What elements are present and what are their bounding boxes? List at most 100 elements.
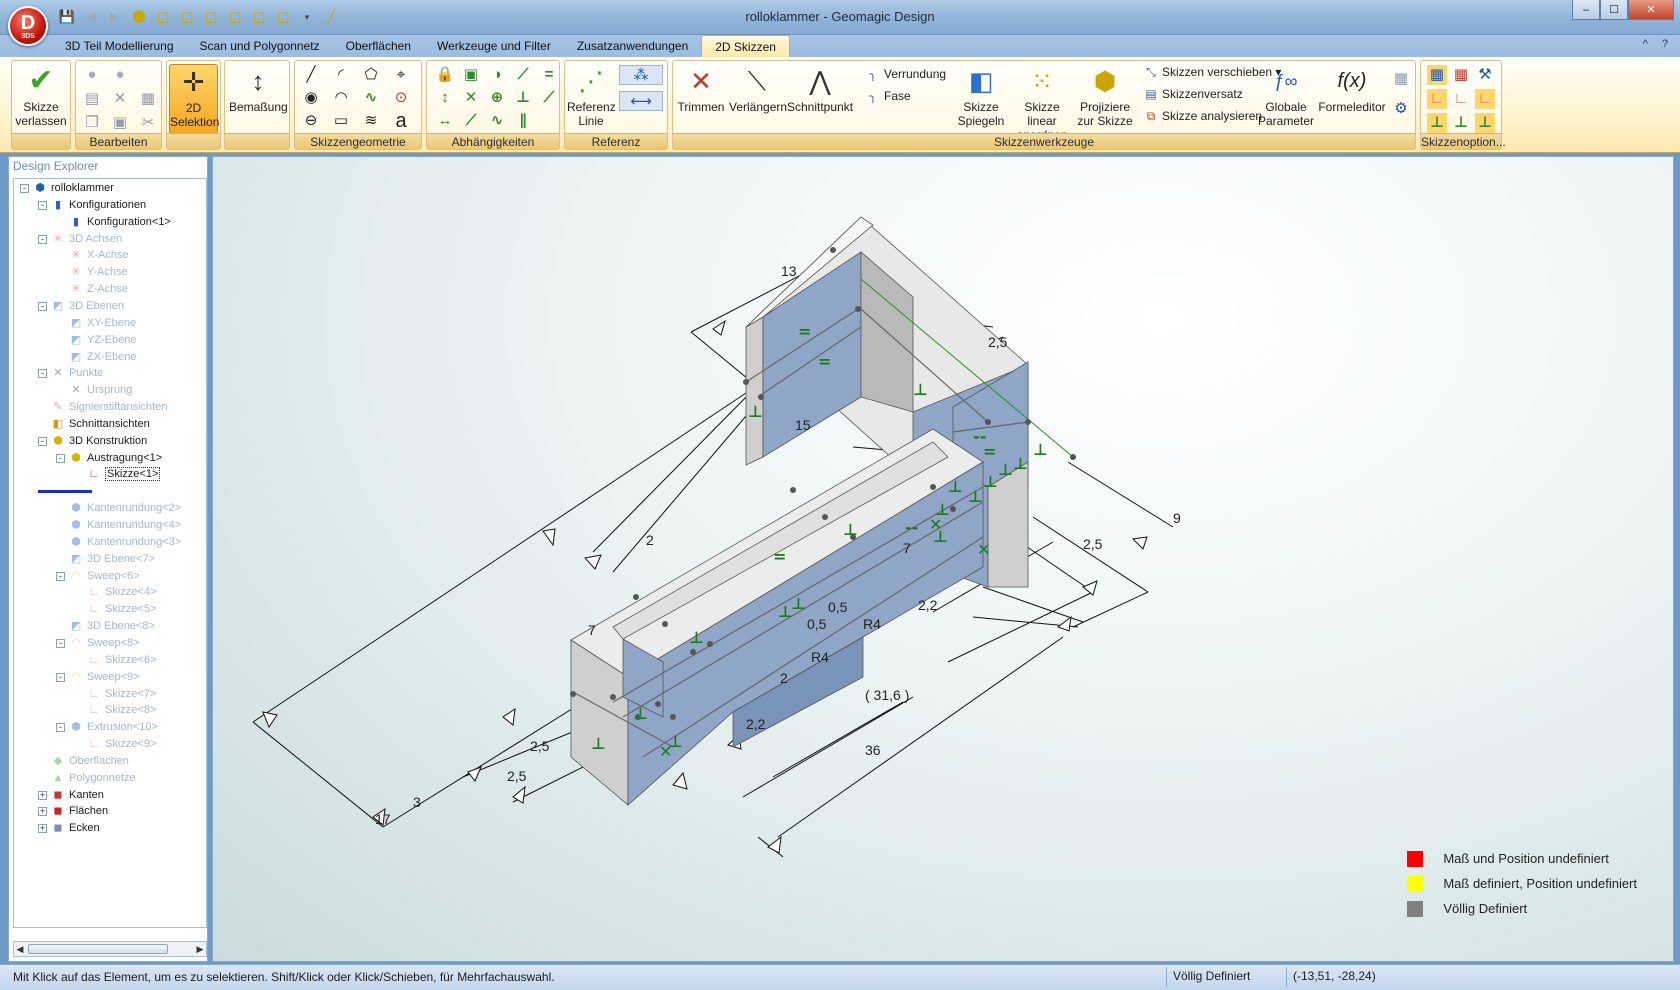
snap-icon[interactable]: ⚒ [1475,65,1495,85]
expand-toggle-icon[interactable]: - [38,436,47,446]
expand-toggle-icon[interactable]: - [56,672,65,682]
collinear-icon[interactable]: ⟋ [513,65,533,85]
show-constraints-icon[interactable]: ∟ [1427,89,1447,109]
paste-special-icon[interactable]: ▣ [110,113,130,133]
tree-node[interactable]: ∟ Skizze<6> [74,651,157,669]
fix-icon[interactable]: 🔒 [435,65,455,85]
fillet-button[interactable]: ╮ Verrundung [865,63,946,85]
tree-node[interactable]: - ⬢ Austragung<1> [56,449,162,467]
expand-toggle-icon[interactable]: + [38,790,47,800]
tree-node[interactable]: ⬢ Kantenrundung<2> [56,499,181,517]
scroll-left-icon[interactable]: ◀ [14,942,26,956]
tab-tools-filters[interactable]: Werkzeuge und Filter [424,35,564,57]
coincident-icon[interactable]: ▣ [461,65,481,85]
vertical-icon[interactable]: ↕ [435,88,455,108]
tree-node[interactable]: - ✳ 3D Achsen [38,230,122,248]
tab-3d-modeling[interactable]: 3D Teil Modellierung [52,35,187,57]
grid-icon[interactable]: ▦ [1427,65,1447,85]
expand-toggle-icon[interactable]: + [38,807,47,817]
analyze-sketch-button[interactable]: ⧉ Skizze analysieren [1143,105,1262,127]
tree-node[interactable]: ✳ Z-Achse [56,280,128,298]
tree-node[interactable]: + ◼ Kanten [38,786,104,804]
expand-toggle-icon[interactable]: - [56,571,65,581]
rollback-bar[interactable] [38,482,92,500]
midpoint-icon[interactable]: ⟋ [539,88,559,108]
tree-node[interactable]: ▮ Konfiguration<1> [56,213,171,231]
auto-dimension-icon[interactable]: ⊥ [1451,113,1471,133]
sketch-table-icon[interactable]: ▦ [1391,69,1411,89]
tree-node[interactable]: ∟ Skizze<9> [74,735,157,753]
collapse-ribbon-icon[interactable]: ^ [1643,38,1648,50]
global-parameters-button[interactable]: ƒ∞ Globale Parameter [1257,64,1315,128]
tab-add-ons[interactable]: Zusatzanwendungen [564,35,701,57]
auto-constraint-icon[interactable]: ⊥ [1427,113,1447,133]
project-to-sketch-button[interactable]: ⬢ Projiziere zur Skizze [1077,64,1133,128]
delete-icon[interactable]: ✕ [110,89,130,109]
tree-node[interactable]: - ✕ Punkte [38,364,103,382]
sketch-settings-icon[interactable]: ⚙ [1391,99,1411,119]
undo-icon[interactable]: ● [82,65,102,85]
tangent-icon[interactable]: ◑ [487,65,507,85]
tree-node[interactable]: ◩ ZX-Ebene [56,348,137,366]
2d-selection-button[interactable]: ✛ 2D Selektion [169,64,219,134]
perpendicular-icon[interactable]: ⊥ [513,88,533,108]
parallel-icon[interactable]: ∥ [513,111,533,131]
extend-button[interactable]: ⟍ Verlängern [729,64,787,114]
tree-node[interactable]: ∟ Skizze<1> [74,465,161,483]
expand-toggle-icon[interactable]: - [20,184,29,193]
tree-node[interactable]: ∟ Skizze<8> [74,701,157,719]
scroll-right-icon[interactable]: ▶ [194,942,206,956]
show-dimensions-icon[interactable]: ∟ [1451,89,1471,109]
intersect-icon[interactable]: ✕ [461,88,481,108]
trim-button[interactable]: ✕ Trimmen [675,64,727,114]
tree-node[interactable]: - ◠ Sweep<6> [56,567,140,585]
intersection-button[interactable]: ⋀ Schnittpunkt [787,64,853,114]
linear-pattern-button[interactable]: ⁙ Skizze linear anordnen [1009,64,1075,142]
tree-node[interactable]: ✎ Signierstiftansichten [38,398,167,416]
point-icon[interactable]: ⌖ [391,65,411,85]
tree-node[interactable]: - ⬢ rolloklammer [20,179,114,197]
show-status-icon[interactable]: ∟ [1475,89,1495,109]
tree-node[interactable]: ∟ Skizze<4> [74,583,157,601]
sketch-offset-button[interactable]: ▤ Skizzenversatz [1143,83,1242,105]
help-icon[interactable]: ? [1662,38,1668,50]
reference-line-button[interactable]: ⋰ Referenz Linie [567,64,616,128]
symmetric-icon[interactable]: ⟋ [461,111,481,131]
text-icon[interactable]: a [391,111,411,131]
chamfer-button[interactable]: ╮ Fase [865,85,910,107]
tree-node[interactable]: ◩ 3D Ebene<8> [56,617,155,635]
tree-node[interactable]: + ◼ Ecken [38,819,100,837]
line-icon[interactable]: ╱ [301,65,321,85]
expand-toggle-icon[interactable]: - [38,369,47,379]
tree-node[interactable]: - ⬢ Extrusion<10> [56,718,158,736]
3d-viewport[interactable]: = = ⊥ ⊥ -- = ⊥ ⊥ ⊥ ⊥ ⊥ ⊥ -- ⊥ ⊥ ⊥ = ⊥ ⊥ ⊥ ⊥ ⊥ ⊥ ✕ ✕ ✕ 13 … [212,156,1674,962]
tree-node[interactable]: ◩ XY-Ebene [56,314,136,332]
arc-icon[interactable]: ◜ [331,65,351,85]
tab-scan-mesh[interactable]: Scan und Polygonnetz [187,35,333,57]
infer-icon[interactable]: ⊥ [1475,113,1495,133]
snap-grid-icon[interactable]: ▦ [1451,65,1471,85]
tree-node[interactable]: ◩ 3D Ebene<7> [56,550,155,568]
minimize-button[interactable]: – [1572,0,1600,20]
ellipse-icon[interactable]: ⊖ [301,111,321,131]
tree-node[interactable]: ∟ Skizze<7> [74,685,157,703]
tree-node[interactable]: ∟ Skizze<5> [74,600,157,618]
tree-node[interactable]: ◩ YZ-Ebene [56,331,137,349]
tree-node[interactable]: - ◠ Sweep<9> [56,668,140,686]
tree-node[interactable]: ⬢ Kantenrundung<4> [56,516,181,534]
expand-toggle-icon[interactable]: - [38,234,47,244]
copy-icon[interactable]: ❐ [82,113,102,133]
rollback-bar-icon[interactable] [38,489,92,493]
rectangle-icon[interactable]: ▭ [331,111,351,131]
clipboard-icon[interactable]: ▤ [82,89,102,109]
smooth-icon[interactable]: ∿ [487,111,507,131]
mirror-sketch-button[interactable]: ◧ Skizze Spiegeln [955,64,1007,128]
equal-icon[interactable]: = [539,65,559,85]
tree-node[interactable]: ✳ Y-Achse [56,263,127,281]
horizontal-scrollbar[interactable]: ◀ ▶ [13,941,207,957]
model-scene[interactable]: ==⊥ ⊥--= ⊥⊥⊥ ⊥ ⊥⊥ --⊥⊥ ⊥=⊥ ⊥⊥⊥ ⊥⊥ ✕ ✕✕ 13 … [213,157,1674,962]
show-references-icon[interactable]: ⁂ [619,65,663,85]
slot-icon[interactable]: ≋ [361,111,381,131]
tree-node[interactable]: ✳ X-Achse [56,246,128,264]
tree-node[interactable]: - ▮ Konfigurationen [38,196,146,214]
